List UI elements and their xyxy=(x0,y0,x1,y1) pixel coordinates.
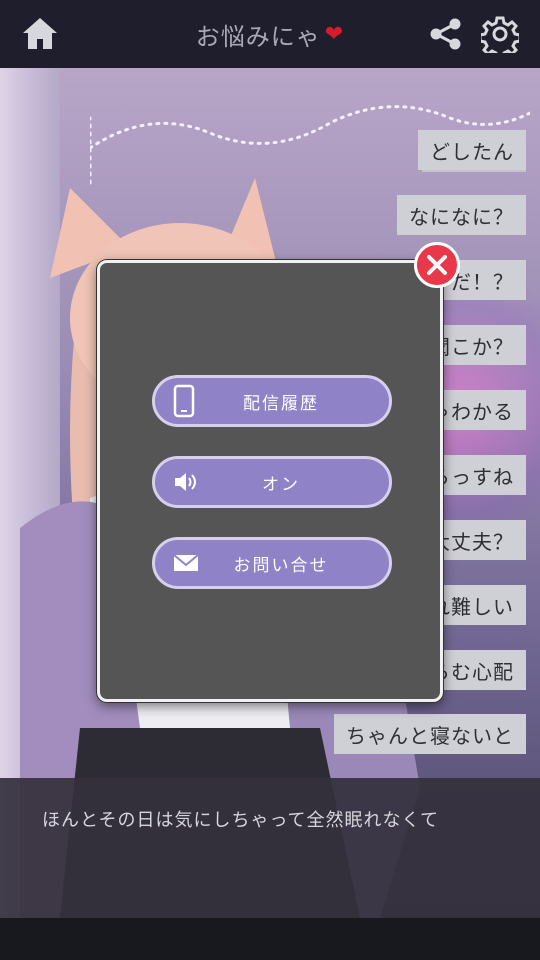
app-header: お悩みにゃ ❤ xyxy=(0,0,540,68)
close-icon xyxy=(427,255,447,275)
home-icon xyxy=(23,18,57,49)
option-1[interactable]: どしたん xyxy=(418,130,526,170)
bottom-strip xyxy=(0,918,540,960)
smartphone-icon xyxy=(173,384,195,418)
home-button[interactable] xyxy=(18,12,62,56)
speaker-icon xyxy=(173,471,199,493)
history-button[interactable]: 配信履歴 xyxy=(152,375,392,427)
share-icon xyxy=(430,18,461,50)
message-box[interactable]: ほんとその日は気にしちゃって全然眠れなくて xyxy=(0,778,540,918)
settings-button[interactable] xyxy=(478,12,522,56)
sound-toggle-button[interactable]: オン xyxy=(152,456,392,508)
option-2[interactable]: なになに？ xyxy=(397,195,526,235)
close-modal-button[interactable] xyxy=(414,242,460,288)
heart-icon: ❤ xyxy=(324,21,345,47)
gear-icon xyxy=(481,16,519,53)
page-title: お悩みにゃ ❤ xyxy=(196,17,344,52)
contact-button[interactable]: お問い合せ xyxy=(152,537,392,589)
message-text: ほんとその日は気にしちゃって全然眠れなくて xyxy=(42,810,440,831)
share-button[interactable] xyxy=(424,12,468,56)
title-text: お悩みにゃ xyxy=(195,22,321,51)
menu-modal: 配信履歴 オン お問い合せ xyxy=(97,260,443,702)
envelope-icon xyxy=(173,553,199,573)
option-10[interactable]: ちゃんと寝ないと xyxy=(334,714,526,754)
